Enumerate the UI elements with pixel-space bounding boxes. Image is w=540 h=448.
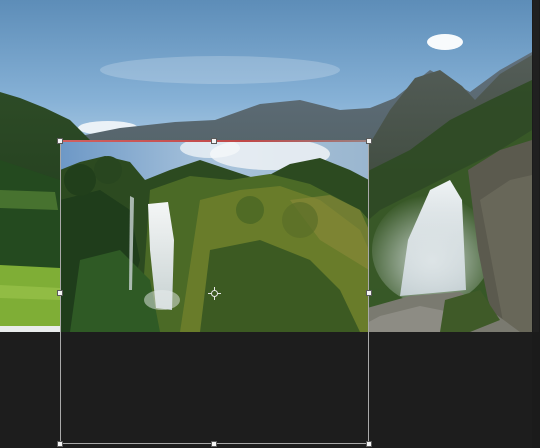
transform-handle-middle-left[interactable] xyxy=(57,290,63,296)
transform-handle-middle-right[interactable] xyxy=(366,290,372,296)
scrollbar-thumb[interactable] xyxy=(533,0,539,332)
transform-handle-bottom-middle[interactable] xyxy=(211,441,217,447)
vertical-scrollbar[interactable] xyxy=(532,0,540,448)
transform-handle-top-left[interactable] xyxy=(57,138,63,144)
canvas-area[interactable] xyxy=(0,0,540,448)
transform-handle-bottom-right[interactable] xyxy=(366,441,372,447)
crosshair-icon[interactable] xyxy=(208,287,221,300)
transform-handle-top-right[interactable] xyxy=(366,138,372,144)
transform-handle-bottom-left[interactable] xyxy=(57,441,63,447)
transform-handle-top-middle[interactable] xyxy=(211,138,217,144)
